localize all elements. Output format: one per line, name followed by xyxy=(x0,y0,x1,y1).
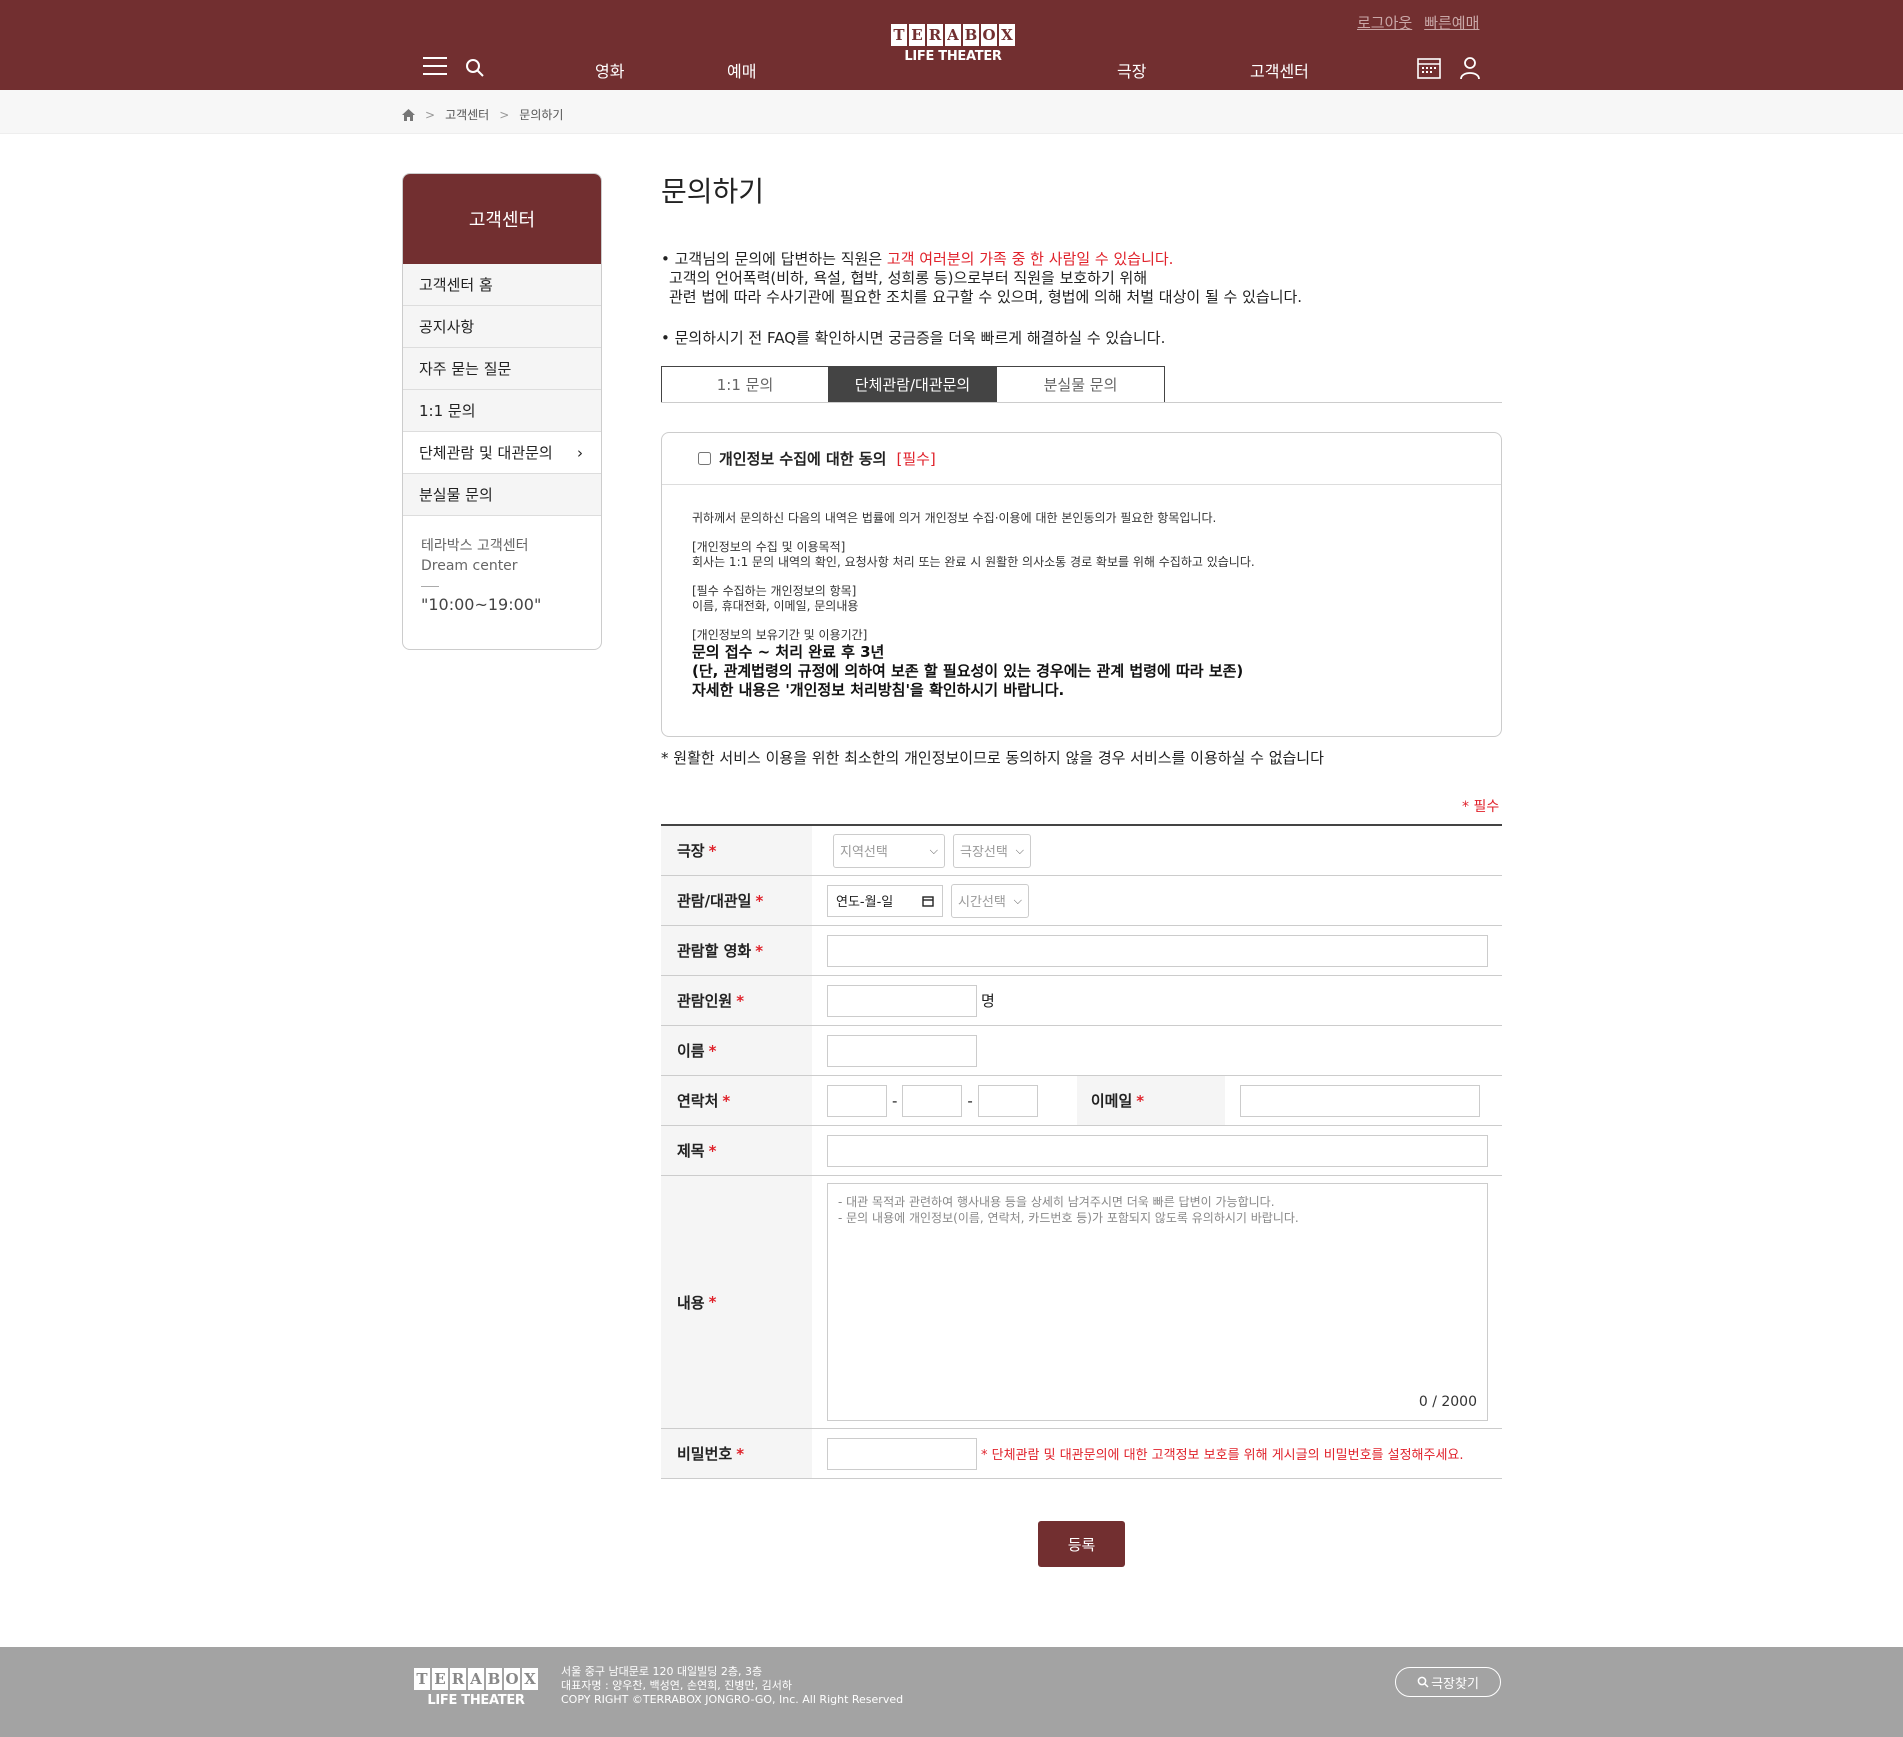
header: 로그아웃 빠른예매 영화 예매 TERABOX LIFE THEATER 극장 … xyxy=(0,0,1903,90)
user-icon[interactable] xyxy=(1459,56,1481,80)
logo[interactable]: TERABOX LIFE THEATER xyxy=(882,24,1024,64)
sidebar-item-group-rental[interactable]: 단체관람 및 대관문의 › xyxy=(403,432,601,474)
required-tag: [필수] xyxy=(896,450,936,468)
home-icon[interactable] xyxy=(402,108,415,121)
menu-icon[interactable] xyxy=(423,57,447,75)
date-input[interactable]: 연도-월-일 xyxy=(827,884,943,917)
phone-input-1[interactable] xyxy=(827,1084,887,1117)
center-hours: "10:00~19:00" xyxy=(421,595,542,614)
char-count: 0 / 2000 xyxy=(1418,1394,1477,1410)
region-select[interactable]: 지역선택 ⌵ xyxy=(833,833,945,868)
submit-button[interactable]: 등록 xyxy=(1038,1521,1125,1567)
tab-1to1[interactable]: 1:1 문의 xyxy=(661,366,829,403)
inquiry-tabs: 1:1 문의 단체관람/대관문의 분실물 문의 xyxy=(661,366,1165,403)
quick-booking-link[interactable]: 빠른예매 xyxy=(1424,12,1479,33)
movie-input[interactable] xyxy=(827,934,1488,967)
search-icon[interactable] xyxy=(465,58,485,78)
sidebar: 고객센터 고객센터 홈 공지사항 자주 묻는 질문 1:1 문의 단체관람 및 … xyxy=(402,173,602,650)
tab-group-rental[interactable]: 단체관람/대관문의 xyxy=(829,366,997,403)
inquiry-form: 극장 * 지역선택 ⌵ 극장선택 ⌵ 관람/대관일 * 연도-월-일 시간선택 ⌵ 관람할… xyxy=(661,824,1502,1479)
breadcrumb: > 고객센터 > 문의하기 xyxy=(402,106,563,123)
chevron-right-icon: > xyxy=(425,107,436,122)
find-theater-button[interactable]: 극장찾기 xyxy=(1395,1667,1501,1697)
nav-theater[interactable]: 극장 xyxy=(1117,58,1146,82)
sidebar-item-faq[interactable]: 자주 묻는 질문 xyxy=(403,348,601,390)
nav-customer-center[interactable]: 고객센터 xyxy=(1250,58,1309,82)
staff-notice: • 고객님의 문의에 답변하는 직원은 고객 여러분의 가족 중 한 사람일 수… xyxy=(661,250,1303,306)
center-sub: Dream center xyxy=(421,558,518,574)
calendar-icon xyxy=(922,895,934,907)
chevron-right-icon: > xyxy=(499,107,510,122)
agree-checkbox[interactable] xyxy=(698,452,711,465)
footer-info: 서울 중구 남대문로 120 대일빌딩 2층, 3층 대표자명 : 양우찬, 백… xyxy=(561,1665,904,1706)
phone-input-2[interactable] xyxy=(902,1084,963,1117)
password-note: * 단체관람 및 대관문의에 대한 고객정보 보호를 위해 게시글의 비밀번호를… xyxy=(981,1448,1464,1463)
footer-logo: TERABOX LIFE THEATER xyxy=(402,1668,550,1708)
sidebar-item-label: 단체관람 및 대관문의 xyxy=(419,444,553,462)
agree-label[interactable]: 개인정보 수집에 대한 동의 xyxy=(719,448,886,469)
required-legend: * 필수 xyxy=(1462,799,1500,815)
calendar-icon[interactable] xyxy=(1417,57,1441,79)
theater-select[interactable]: 극장선택 ⌵ xyxy=(953,833,1031,868)
center-info: 테라박스 고객센터 Dream center "10:00~19:00" xyxy=(403,516,601,635)
nav-movie[interactable]: 영화 xyxy=(595,58,624,82)
sidebar-item-notice[interactable]: 공지사항 xyxy=(403,306,601,348)
sidebar-item-lost[interactable]: 분실물 문의 xyxy=(403,474,601,516)
top-links: 로그아웃 빠른예매 xyxy=(1357,12,1479,33)
time-select[interactable]: 시간선택 ⌵ xyxy=(951,883,1029,918)
subject-input[interactable] xyxy=(827,1134,1488,1167)
password-input[interactable] xyxy=(827,1437,977,1470)
breadcrumb-item[interactable]: 문의하기 xyxy=(519,106,563,123)
breadcrumb-item[interactable]: 고객센터 xyxy=(445,106,489,123)
name-input[interactable] xyxy=(827,1034,977,1067)
content-textarea[interactable]: - 대관 목적과 관련하여 행사내용 등을 상세히 남겨주시면 더욱 빠른 답변… xyxy=(827,1183,1488,1421)
sidebar-item-home[interactable]: 고객센터 홈 xyxy=(403,264,601,306)
search-icon xyxy=(1417,1676,1429,1688)
breadcrumb-bar xyxy=(0,90,1903,134)
sidebar-item-1to1[interactable]: 1:1 문의 xyxy=(403,390,601,432)
phone-input-3[interactable] xyxy=(977,1084,1038,1117)
privacy-agreement: 개인정보 수집에 대한 동의 [필수] 귀하께서 문의하신 다음의 내역은 법률… xyxy=(661,432,1502,737)
logout-link[interactable]: 로그아웃 xyxy=(1357,12,1412,33)
nav-booking[interactable]: 예매 xyxy=(727,58,756,82)
center-name: 테라박스 고객센터 xyxy=(421,538,529,554)
faq-notice: • 문의하시기 전 FAQ를 확인하시면 궁금증을 더욱 빠르게 해결하실 수 … xyxy=(661,329,1166,347)
chevron-right-icon: › xyxy=(577,444,583,462)
sidebar-title: 고객센터 xyxy=(403,174,601,264)
agreement-text: 귀하께서 문의하신 다음의 내역은 법률에 의거 개인정보 수집·이용에 대한 … xyxy=(692,511,1255,699)
people-unit: 명 xyxy=(981,992,995,1010)
page-title: 문의하기 xyxy=(661,175,765,208)
email-input[interactable] xyxy=(1239,1084,1480,1117)
footer xyxy=(0,1647,1903,1737)
tab-lost[interactable]: 분실물 문의 xyxy=(997,366,1165,403)
people-input[interactable] xyxy=(827,984,977,1017)
agreement-note: * 원활한 서비스 이용을 위한 최소한의 개인정보이므로 동의하지 않을 경우… xyxy=(661,749,1324,767)
